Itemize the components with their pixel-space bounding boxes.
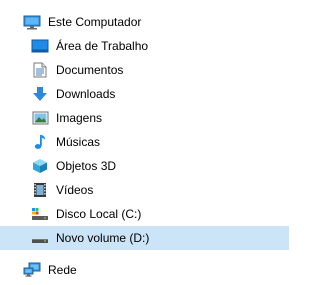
- tree-item-label: Objetos 3D: [56, 159, 117, 173]
- tree-item-documents[interactable]: Documentos: [0, 58, 289, 82]
- tree-item-label: Downloads: [56, 87, 116, 101]
- tree-item-3d-objects[interactable]: Objetos 3D: [0, 154, 289, 178]
- tree-item-label: Este Computador: [48, 15, 142, 29]
- tree-item-local-disk-c[interactable]: Disco Local (C:): [0, 202, 289, 226]
- network-icon: [22, 262, 42, 278]
- computer-icon: [22, 14, 42, 30]
- tree-item-label: Imagens: [56, 111, 103, 125]
- tree-item-label: Disco Local (C:): [56, 207, 142, 221]
- downloads-icon: [30, 86, 50, 102]
- local-disk-icon: [30, 206, 50, 222]
- desktop-icon: [30, 38, 50, 54]
- tree-item-label: Novo volume (D:): [56, 231, 150, 245]
- pictures-icon: [30, 110, 50, 126]
- tree-item-downloads[interactable]: Downloads: [0, 82, 289, 106]
- objects-3d-icon: [30, 158, 50, 174]
- tree-item-network[interactable]: Rede: [0, 258, 281, 282]
- tree-item-this-pc[interactable]: Este Computador: [0, 10, 281, 34]
- drive-icon: [30, 230, 50, 246]
- tree-item-label: Documentos: [56, 63, 124, 77]
- tree-item-label: Vídeos: [56, 183, 94, 197]
- tree-item-label: Músicas: [56, 135, 101, 149]
- tree-item-label: Área de Trabalho: [56, 39, 149, 53]
- tree-item-label: Rede: [48, 263, 77, 277]
- tree-item-music[interactable]: Músicas: [0, 130, 289, 154]
- tree-item-desktop[interactable]: Área de Trabalho: [0, 34, 289, 58]
- tree-item-pictures[interactable]: Imagens: [0, 106, 289, 130]
- tree-item-videos[interactable]: Vídeos: [0, 178, 289, 202]
- music-icon: [30, 134, 50, 150]
- videos-icon: [30, 182, 50, 198]
- documents-icon: [30, 62, 50, 78]
- tree-item-new-volume-d[interactable]: Novo volume (D:): [0, 226, 289, 250]
